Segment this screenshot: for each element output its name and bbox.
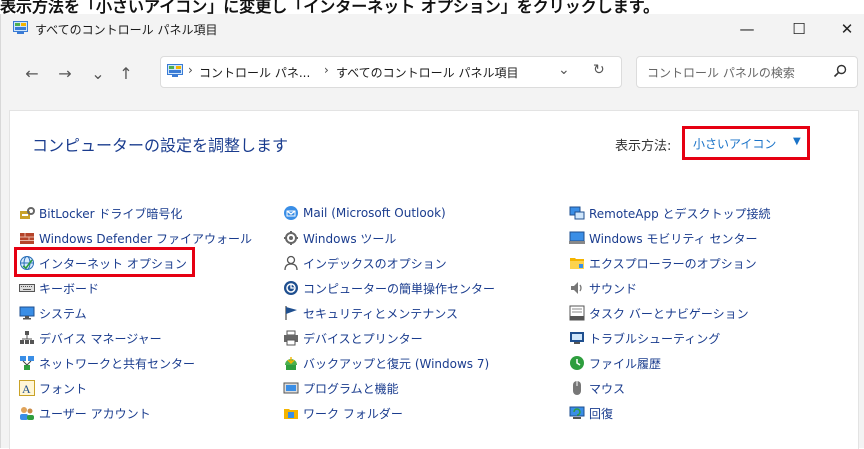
item-fonts[interactable]: A フォント bbox=[19, 379, 87, 397]
control-panel-window: すべてのコントロール パネル項目 — ☐ ✕ ← → ⌄ ↑ › コントロール … bbox=[0, 14, 864, 449]
item-mail[interactable]: Mail (Microsoft Outlook) bbox=[283, 204, 446, 222]
item-work-folders[interactable]: ワーク フォルダー bbox=[283, 404, 403, 422]
printer-icon bbox=[284, 330, 298, 346]
item-troubleshooting[interactable]: トラブルシューティング bbox=[569, 329, 720, 347]
refresh-button[interactable]: ↻ bbox=[593, 62, 605, 78]
item-user-accounts[interactable]: ユーザー アカウント bbox=[19, 404, 151, 422]
maximize-button[interactable]: ☐ bbox=[779, 16, 819, 42]
troubleshoot-icon bbox=[570, 332, 584, 344]
recovery-icon bbox=[569, 406, 585, 419]
window-title: すべてのコントロール パネル項目 bbox=[35, 23, 218, 37]
search-icon[interactable] bbox=[833, 64, 847, 78]
item-explorer-options[interactable]: エクスプローラーのオプション bbox=[569, 254, 757, 272]
item-windows-tools[interactable]: Windows ツール bbox=[283, 229, 396, 247]
search-placeholder: コントロール パネルの検索 bbox=[647, 66, 795, 80]
forward-button[interactable]: → bbox=[54, 63, 76, 85]
programs-icon bbox=[283, 382, 299, 394]
highlight-internet-options bbox=[14, 247, 195, 277]
taskbar-icon bbox=[569, 305, 585, 321]
item-security-maintenance[interactable]: セキュリティとメンテナンス bbox=[283, 304, 458, 322]
tools-icon bbox=[284, 231, 298, 245]
users-icon bbox=[20, 407, 34, 420]
title-bar: すべてのコントロール パネル項目 — ☐ ✕ bbox=[1, 14, 864, 46]
item-remoteapp[interactable]: RemoteApp とデスクトップ接続 bbox=[569, 204, 771, 222]
address-dropdown-button[interactable]: ⌄ bbox=[558, 62, 570, 78]
font-icon: A bbox=[19, 380, 35, 396]
remote-desktop-icon bbox=[569, 206, 585, 220]
item-system[interactable]: システム bbox=[19, 304, 87, 322]
address-bar[interactable]: › コントロール パネ... › すべてのコントロール パネル項目 ⌄ ↻ bbox=[160, 56, 622, 88]
control-panel-icon bbox=[167, 64, 183, 77]
view-by-label: 表示方法: bbox=[615, 139, 672, 154]
close-button[interactable]: ✕ bbox=[827, 16, 864, 42]
breadcrumb-control-panel[interactable]: コントロール パネ... bbox=[199, 64, 310, 81]
breadcrumb-separator: › bbox=[324, 63, 329, 77]
item-ease-of-access-center[interactable]: コンピューターの簡単操作センター bbox=[283, 279, 495, 297]
mobility-icon bbox=[569, 231, 585, 244]
highlight-view-by bbox=[682, 126, 810, 160]
breadcrumb-separator: › bbox=[188, 63, 193, 77]
device-manager-icon bbox=[20, 331, 34, 344]
recent-locations-button[interactable]: ⌄ bbox=[87, 63, 109, 85]
backup-icon bbox=[285, 357, 297, 370]
minimize-button[interactable]: — bbox=[727, 16, 767, 42]
item-windows-defender-firewall[interactable]: Windows Defender ファイアウォール bbox=[19, 229, 252, 247]
mail-icon bbox=[284, 206, 298, 220]
item-backup-restore[interactable]: バックアップと復元 (Windows 7) bbox=[283, 354, 489, 372]
control-panel-icon bbox=[13, 21, 28, 34]
mouse-icon bbox=[573, 381, 581, 395]
control-panel-content: コンピューターの設定を調整します 表示方法: 小さいアイコン ▼ BitLock… bbox=[9, 110, 859, 449]
item-indexing-options[interactable]: インデックスのオプション bbox=[283, 254, 447, 272]
firewall-icon bbox=[20, 233, 34, 244]
speaker-icon bbox=[571, 282, 582, 294]
item-device-manager[interactable]: デバイス マネージャー bbox=[19, 329, 162, 347]
svg-text:A: A bbox=[22, 382, 31, 396]
bitlocker-icon bbox=[20, 207, 35, 219]
item-network-sharing-center[interactable]: ネットワークと共有センター bbox=[19, 354, 195, 372]
explorer-icon bbox=[570, 258, 584, 269]
network-icon bbox=[20, 356, 34, 370]
back-button[interactable]: ← bbox=[21, 63, 43, 85]
accessibility-icon bbox=[284, 281, 298, 295]
item-file-history[interactable]: ファイル履歴 bbox=[569, 354, 661, 372]
item-devices-printers[interactable]: デバイスとプリンター bbox=[283, 329, 423, 347]
monitor-icon bbox=[19, 306, 35, 320]
keyboard-icon bbox=[19, 284, 35, 292]
page-title: コンピューターの設定を調整します bbox=[32, 136, 289, 155]
address-row: ← → ⌄ ↑ › コントロール パネ... › すべてのコントロール パネル項… bbox=[1, 54, 864, 94]
instruction-caption: 表示方法を「小さいアイコン」に変更し「インターネット オプション」をクリックしま… bbox=[0, 0, 660, 14]
search-field[interactable]: コントロール パネルの検索 bbox=[636, 56, 858, 88]
item-keyboard[interactable]: キーボード bbox=[19, 279, 99, 297]
item-mouse[interactable]: マウス bbox=[569, 379, 625, 397]
item-sound[interactable]: サウンド bbox=[569, 279, 637, 297]
up-button[interactable]: ↑ bbox=[115, 63, 137, 85]
breadcrumb-all-items[interactable]: すべてのコントロール パネル項目 bbox=[336, 64, 519, 81]
item-taskbar-navigation[interactable]: タスク バーとナビゲーション bbox=[569, 304, 749, 322]
item-mobility-center[interactable]: Windows モビリティ センター bbox=[569, 229, 757, 247]
file-history-icon bbox=[570, 356, 584, 370]
item-recovery[interactable]: 回復 bbox=[569, 404, 613, 422]
flag-icon bbox=[285, 306, 297, 320]
item-bitlocker[interactable]: BitLocker ドライブ暗号化 bbox=[19, 204, 182, 222]
indexing-icon bbox=[284, 255, 298, 271]
folder-icon bbox=[284, 409, 298, 419]
item-programs-features[interactable]: プログラムと機能 bbox=[283, 379, 399, 397]
